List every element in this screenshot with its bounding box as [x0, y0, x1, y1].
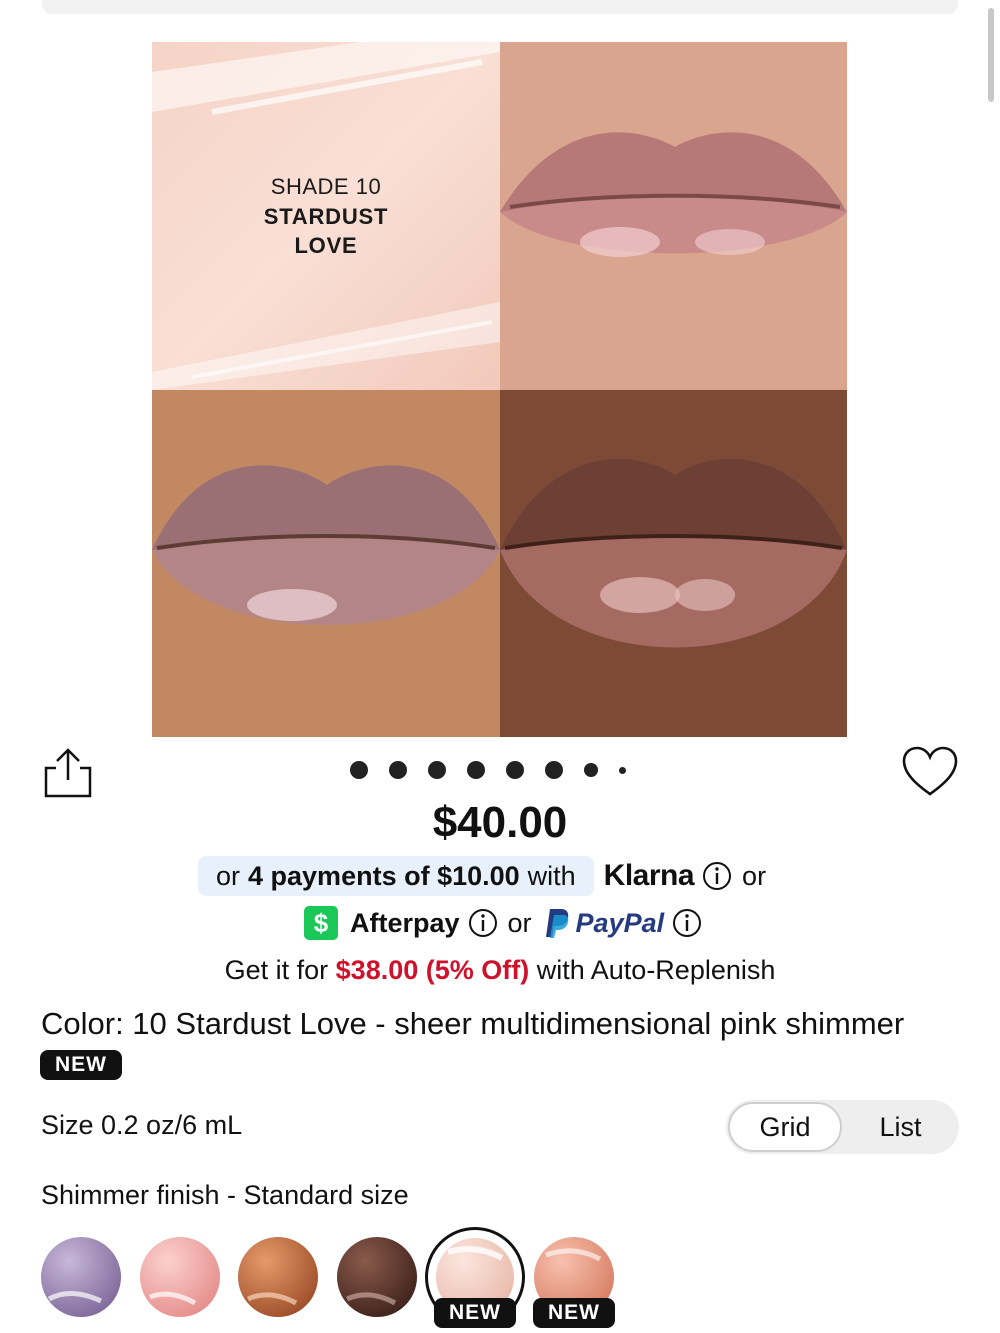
auto-replenish-prefix: Get it for — [224, 955, 329, 985]
klarna-prefix: or — [216, 860, 241, 891]
klarna-offer[interactable]: or 4 payments of $10.00 with — [198, 856, 594, 896]
lip-photo-medium — [152, 390, 500, 737]
klarna-logo: Klarna — [603, 859, 695, 892]
shade-name-line-2: LOVE — [294, 233, 358, 258]
carousel-dot[interactable] — [619, 766, 626, 774]
carousel-dot[interactable] — [389, 761, 407, 779]
afterpay-logo: $ — [304, 906, 338, 940]
shade-swatch-image: SHADE 10 STARDUST LOVE — [152, 42, 500, 390]
shade-swatch-3[interactable] — [238, 1237, 318, 1317]
top-bar — [42, 0, 958, 14]
heart-icon[interactable] — [900, 744, 960, 800]
product-image-carousel[interactable]: SHADE 10 STARDUST LOVE — [152, 42, 847, 737]
scrollbar[interactable] — [988, 8, 994, 102]
shade-swatch-4[interactable] — [337, 1237, 417, 1317]
product-price: $40.00 — [432, 798, 568, 847]
paypal-logo — [544, 907, 570, 939]
shade-number: SHADE 10 — [270, 174, 382, 199]
carousel-dot[interactable] — [350, 761, 368, 779]
list-view-button[interactable]: List — [844, 1102, 957, 1152]
view-toggle: Grid List — [726, 1100, 959, 1154]
auto-replenish-offer: Get it for $38.00 (5% Off) with Auto-Rep… — [0, 955, 1000, 986]
lip-photo-deep — [500, 390, 847, 737]
info-icon[interactable] — [702, 861, 732, 891]
shade-swatch-2[interactable] — [140, 1237, 220, 1317]
size-label: Size 0.2 oz/6 mL — [41, 1110, 243, 1140]
info-icon[interactable] — [672, 908, 702, 938]
shade-label: SHADE 10 STARDUST LOVE — [152, 172, 500, 260]
or-text: or — [742, 860, 767, 891]
swatch-new-badge: NEW — [434, 1298, 516, 1328]
carousel-dot[interactable] — [428, 761, 446, 779]
shade-swatch-1[interactable] — [41, 1237, 121, 1317]
carousel-dots[interactable] — [350, 760, 626, 780]
grid-view-button[interactable]: Grid — [728, 1102, 842, 1152]
lip-photo-fair — [500, 42, 847, 390]
klarna-installments: 4 payments of $10.00 — [248, 860, 520, 891]
selected-color-name: Color: 10 Stardust Love - sheer multidim… — [41, 1006, 905, 1041]
new-badge: NEW — [40, 1050, 122, 1080]
carousel-dot[interactable] — [545, 761, 563, 779]
afterpay-paypal-row: $ Afterpay or PayPal — [304, 903, 702, 943]
carousel-dot[interactable] — [506, 761, 524, 779]
shade-name-line-1: STARDUST — [263, 204, 389, 229]
paypal-label[interactable]: PayPal — [576, 908, 665, 939]
klarna-suffix: with — [527, 860, 576, 891]
carousel-dot[interactable] — [584, 763, 598, 777]
info-icon[interactable] — [468, 908, 498, 938]
auto-replenish-discount: $38.00 (5% Off) — [335, 955, 530, 985]
swatch-new-badge: NEW — [533, 1298, 615, 1328]
klarna-payment-row: or 4 payments of $10.00 with Klarna or — [198, 856, 766, 896]
auto-replenish-suffix: with Auto-Replenish — [536, 955, 776, 985]
carousel-dot[interactable] — [467, 761, 485, 779]
share-icon[interactable] — [42, 746, 94, 800]
or-text: or — [507, 907, 532, 938]
finish-label: Shimmer finish - Standard size — [41, 1180, 409, 1210]
afterpay-label[interactable]: Afterpay — [350, 908, 460, 939]
